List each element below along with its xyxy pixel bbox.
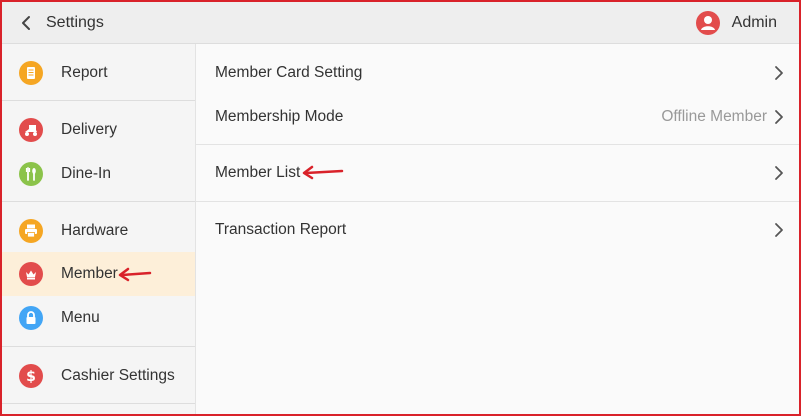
sidebar-item-menu[interactable]: Menu [2,296,195,340]
avatar-icon [695,11,720,35]
membership-mode-row[interactable]: Membership Mode Offline Member [196,95,799,139]
sidebar-item-label: Report [61,64,108,81]
sidebar-item-delivery[interactable]: Delivery [2,108,195,152]
sidebar-item-dine-in[interactable]: Dine-In [2,152,195,196]
lock-icon [19,306,43,330]
report-icon [19,61,43,85]
crown-icon [19,262,43,286]
sidebar-item-label: Member [61,265,118,282]
back-button[interactable] [12,9,40,37]
chevron-right-icon [775,223,783,237]
sidebar-item-cashier-settings[interactable]: $ Cashier Settings [2,354,195,398]
row-label: Transaction Report [215,221,347,238]
chevron-right-icon [775,166,783,180]
sidebar-item-hardware[interactable]: Hardware [2,209,195,253]
page-title: Settings [46,14,104,31]
top-bar: Settings Admin [2,2,799,44]
annotation-arrow-icon [302,165,344,180]
chevron-right-icon [775,110,783,124]
chevron-left-icon [22,16,30,30]
row-label: Membership Mode [215,108,344,125]
user-menu[interactable]: Admin [695,10,777,36]
panel-divider [196,144,799,145]
sidebar-item-label: Hardware [61,222,129,239]
sidebar-divider [2,403,195,404]
sidebar-item-report[interactable]: Report [2,51,195,95]
annotation-arrow-icon [118,267,152,282]
sidebar-item-label: Delivery [61,121,117,138]
sidebar-divider [2,100,195,101]
row-label: Member List [215,164,301,181]
scooter-icon [19,118,43,142]
panel-divider [196,201,799,202]
member-card-setting-row[interactable]: Member Card Setting [196,51,799,95]
sidebar-item-label: Dine-In [61,165,111,182]
sidebar-item-member[interactable]: Member [2,252,195,296]
member-list-row[interactable]: Member List [196,151,799,195]
sidebar: Report Delivery Dine-In Hardware Member … [2,44,196,414]
sidebar-divider [2,346,195,347]
membership-mode-value: Offline Member [661,108,767,125]
settings-panel: Member Card Setting Membership Mode Offl… [196,44,799,414]
svg-text:$: $ [26,369,36,385]
sidebar-item-label: Cashier Settings [61,367,175,384]
chevron-right-icon [775,66,783,80]
row-label: Member Card Setting [215,64,363,81]
transaction-report-row[interactable]: Transaction Report [196,208,799,252]
sidebar-divider [2,201,195,202]
sidebar-item-label: Menu [61,309,100,326]
user-name: Admin [731,14,777,31]
utensils-icon [19,162,43,186]
printer-icon [19,219,43,243]
dollar-icon: $ [19,364,43,388]
